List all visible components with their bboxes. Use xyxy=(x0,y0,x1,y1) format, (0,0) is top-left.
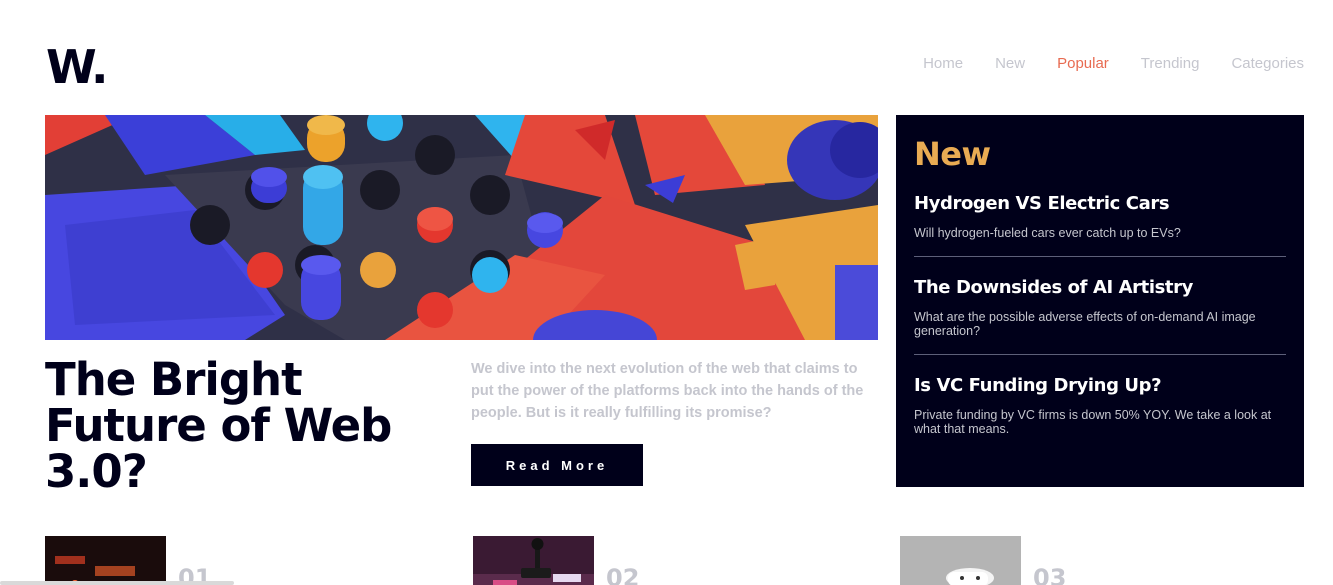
new-article-item: Hydrogen VS Electric Cars Will hydrogen-… xyxy=(914,193,1286,257)
main-nav: Home New Popular Trending Categories xyxy=(923,55,1304,72)
article-number: 02 xyxy=(606,564,640,585)
article-card: 01 xyxy=(45,536,211,585)
hero-image xyxy=(45,115,878,340)
hero-title: The Bright Future of Web 3.0? xyxy=(45,353,392,498)
new-article-title[interactable]: Hydrogen VS Electric Cars xyxy=(914,193,1286,214)
read-more-button[interactable]: Read More xyxy=(471,444,643,486)
new-articles-panel: New Hydrogen VS Electric Cars Will hydro… xyxy=(896,115,1304,487)
horizontal-scrollbar[interactable] xyxy=(0,581,234,585)
article-number: 03 xyxy=(1033,564,1067,585)
new-article-title[interactable]: The Downsides of AI Artistry xyxy=(914,277,1286,298)
nav-item-new[interactable]: New xyxy=(995,55,1025,72)
new-section-title: New xyxy=(914,135,991,173)
article-thumbnail[interactable] xyxy=(45,536,166,585)
new-article-summary: Private funding by VC firms is down 50% … xyxy=(914,408,1272,436)
article-number: 01 xyxy=(178,564,212,585)
nav-item-popular[interactable]: Popular xyxy=(1057,55,1109,72)
nav-item-trending[interactable]: Trending xyxy=(1141,55,1200,72)
new-article-summary: Will hydrogen-fueled cars ever catch up … xyxy=(914,226,1181,240)
article-thumbnail[interactable] xyxy=(473,536,594,585)
nav-item-home[interactable]: Home xyxy=(923,55,963,72)
new-article-title[interactable]: Is VC Funding Drying Up? xyxy=(914,375,1286,396)
hero-description: We dive into the next evolution of the w… xyxy=(471,361,864,421)
article-thumbnail[interactable] xyxy=(900,536,1021,585)
article-card: 02 xyxy=(473,536,639,585)
site-logo[interactable]: W. xyxy=(46,40,108,94)
new-article-item: Is VC Funding Drying Up? Private funding… xyxy=(914,375,1286,452)
new-article-summary: What are the possible adverse effects of… xyxy=(914,310,1256,338)
new-article-item: The Downsides of AI Artistry What are th… xyxy=(914,277,1286,355)
article-card: 03 xyxy=(900,536,1066,585)
nav-item-categories[interactable]: Categories xyxy=(1231,55,1304,72)
